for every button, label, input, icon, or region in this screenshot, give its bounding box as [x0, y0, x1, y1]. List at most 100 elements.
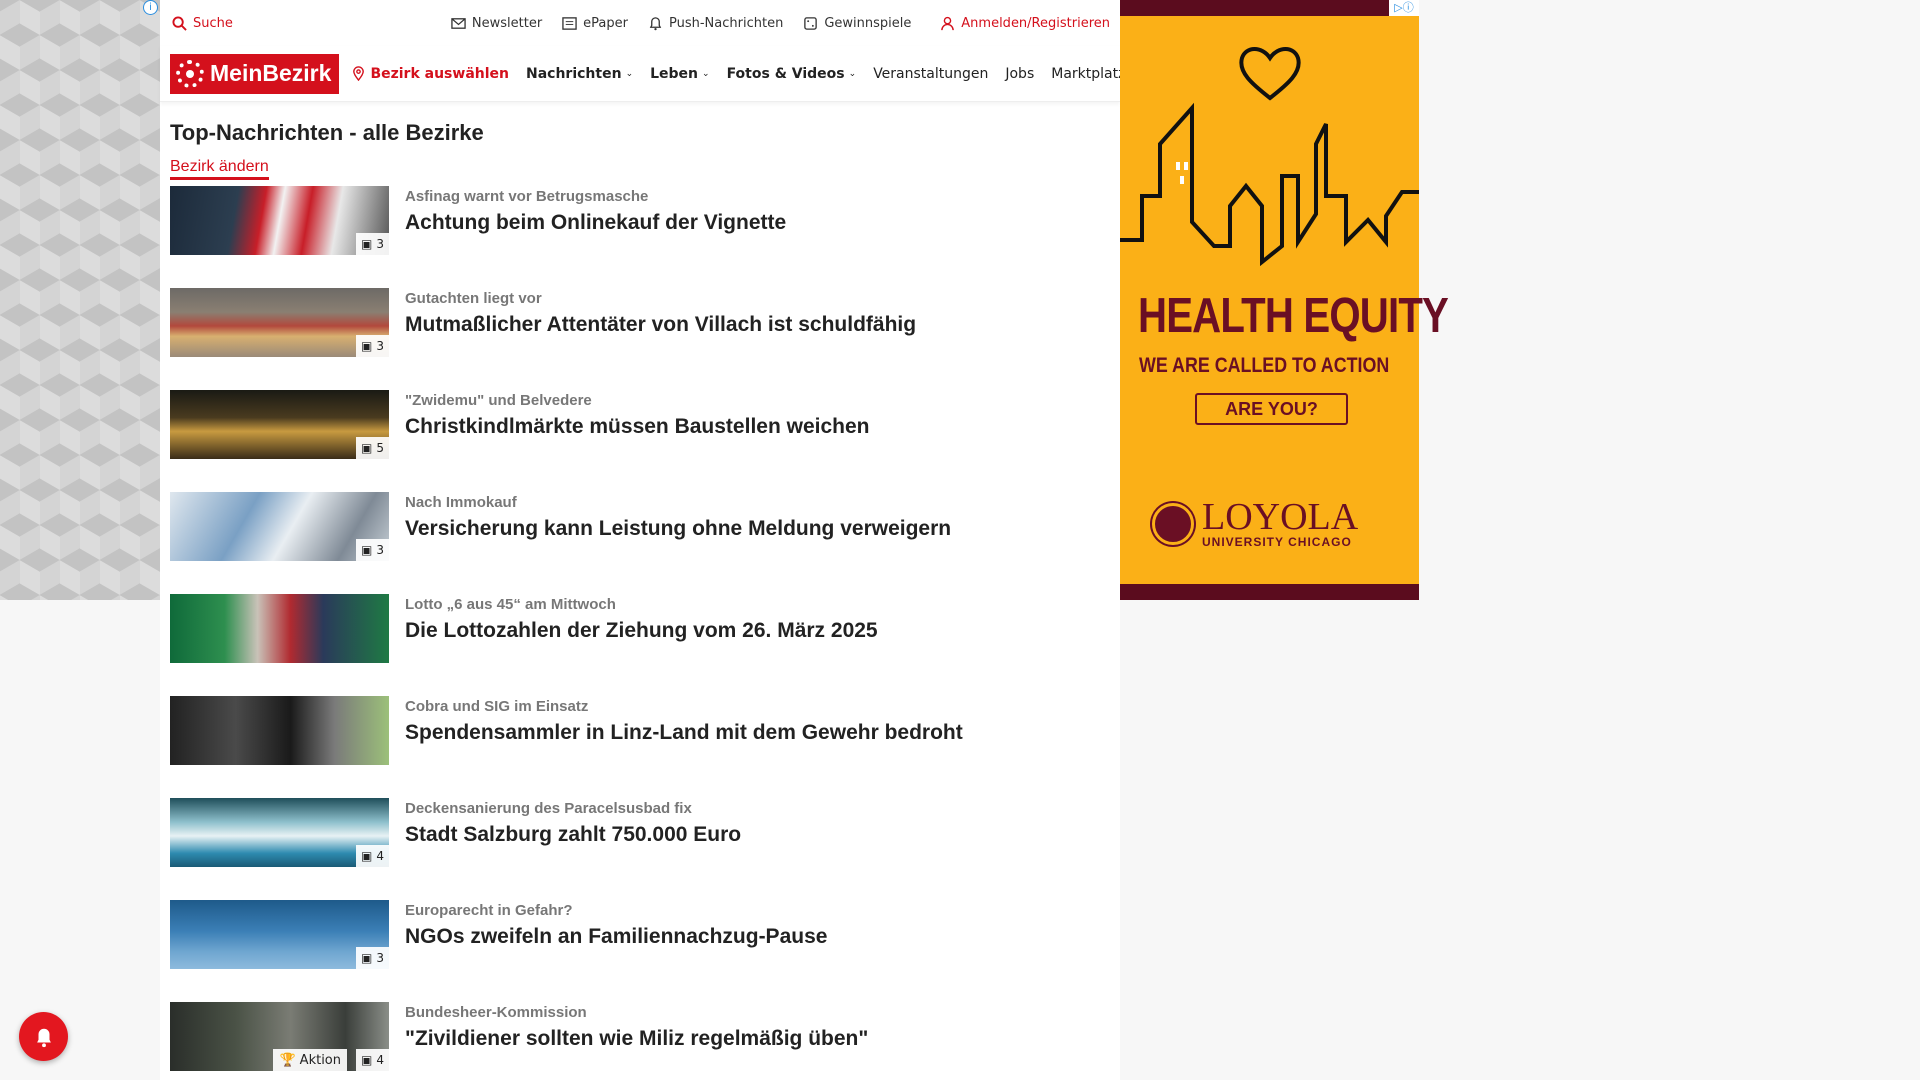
- nav-nachrichten-label: Nachrichten: [526, 65, 622, 82]
- photo-count-badge: ▣ 4: [356, 1049, 389, 1071]
- article-kicker: Nach Immokauf: [405, 494, 517, 511]
- newsletter-label: Newsletter: [471, 15, 543, 31]
- gewinnspiele-label: Gewinnspiele: [824, 15, 912, 31]
- photo-count-badge: ▣ 3: [356, 233, 389, 255]
- article-item[interactable]: Cobra und SIG im Einsatz Spendensammler i…: [170, 696, 1110, 798]
- nav-veranstaltungen[interactable]: Veranstaltungen: [873, 66, 988, 82]
- article-item[interactable]: ▣ 3 Gutachten liegt vor Mutmaßlicher Atten…: [170, 288, 1110, 390]
- envelope-icon: [451, 17, 466, 29]
- photo-count: 3: [376, 339, 384, 353]
- photo-count: 3: [376, 237, 384, 251]
- bezirk-select-button[interactable]: Bezirk auswählen: [351, 66, 509, 82]
- ad-brand-name: LOYOLA: [1202, 496, 1359, 538]
- article-item[interactable]: 🏆 Aktion ▣ 4 Bundesheer-Kommission "Zivildi…: [170, 1002, 1110, 1080]
- gallery-icon: ▣: [361, 339, 373, 353]
- trophy-icon: 🏆: [279, 1052, 296, 1068]
- article-thumbnail[interactable]: ▣ 3: [170, 186, 389, 255]
- nav-nachrichten[interactable]: Nachrichten ⌄: [526, 66, 633, 82]
- advertisement-banner[interactable]: ▷ⓘ HEALTH EQUITY WE ARE CALLED TO ACTION…: [1120, 0, 1449, 600]
- article-kicker: Europarecht in Gefahr?: [405, 902, 573, 919]
- article-item[interactable]: ▣ 3 Asfinag warnt vor Betrugsmasche Achtun…: [170, 186, 1110, 288]
- bell-icon: [649, 16, 662, 30]
- nav-leben[interactable]: Leben ⌄: [650, 66, 709, 82]
- chevron-down-icon: ⌄: [702, 68, 710, 79]
- ad-headline: HEALTH EQUITY: [1138, 289, 1449, 343]
- photo-count: 4: [376, 849, 384, 863]
- article-headline[interactable]: NGOs zweifeln an Familiennachzug-Pause: [405, 925, 827, 949]
- chevron-down-icon: ⌄: [625, 68, 634, 79]
- article-thumbnail[interactable]: [170, 594, 389, 663]
- nav-jobs[interactable]: Jobs: [1005, 66, 1034, 82]
- article-kicker: "Zwidemu" und Belvedere: [405, 392, 592, 409]
- article-headline[interactable]: Christkindlmärkte müssen Baustellen weic…: [405, 415, 869, 439]
- article-item[interactable]: ▣ 4 Deckensanierung des Paracelsusbad fix…: [170, 798, 1110, 900]
- photo-count-badge: ▣ 5: [356, 437, 389, 459]
- article-thumbnail[interactable]: ▣ 3: [170, 288, 389, 357]
- gallery-icon: ▣: [361, 441, 373, 455]
- nav-veranstaltungen-label: Veranstaltungen: [873, 65, 989, 82]
- ad-cta-button[interactable]: ARE YOU?: [1195, 393, 1348, 425]
- push-notifications-link[interactable]: Push-Nachrichten: [648, 16, 783, 31]
- article-thumbnail[interactable]: ▣ 3: [170, 900, 389, 969]
- university-seal-icon: [1152, 503, 1194, 545]
- photo-count-badge: ▣ 3: [356, 539, 389, 561]
- article-headline[interactable]: Mutmaßlicher Attentäter von Villach ist …: [405, 313, 916, 337]
- gallery-icon: ▣: [361, 237, 373, 251]
- epaper-link[interactable]: ePaper: [562, 16, 628, 31]
- push-label: Push-Nachrichten: [669, 15, 784, 31]
- bell-icon: [36, 1028, 51, 1047]
- photo-count-badge: ▣ 3: [356, 335, 389, 357]
- article-kicker: Gutachten liegt vor: [405, 290, 542, 307]
- ad-brand-logo: LOYOLA UNIVERSITY CHICAGO: [1152, 496, 1359, 549]
- nav-jobs-label: Jobs: [1005, 65, 1035, 82]
- login-label: Anmelden/Registrieren: [961, 15, 1110, 31]
- article-item[interactable]: Lotto „6 aus 45“ am Mittwoch Die Lottozah…: [170, 594, 1110, 696]
- search-label: Suche: [193, 15, 233, 31]
- article-headline[interactable]: Die Lottozahlen der Ziehung vom 26. März…: [405, 619, 878, 643]
- article-headline[interactable]: Spendensammler in Linz-Land mit dem Gewe…: [405, 721, 963, 745]
- ad-subline: WE ARE CALLED TO ACTION: [1139, 354, 1390, 377]
- photo-count-badge: ▣ 4: [356, 845, 389, 867]
- top-utility-bar: Suche Newsletter ePaper Push-Nachrichten…: [160, 0, 1120, 46]
- article-thumbnail[interactable]: ▣ 5: [170, 390, 389, 459]
- meinbezirk-logo[interactable]: MeinBezirk: [170, 53, 340, 94]
- bezirk-select-label: Bezirk auswählen: [370, 65, 509, 82]
- article-list: ▣ 3 Asfinag warnt vor Betrugsmasche Achtun…: [170, 186, 1110, 1080]
- login-register-link[interactable]: Anmelden/Registrieren: [940, 16, 1110, 31]
- search-button[interactable]: Suche: [172, 16, 233, 31]
- gallery-icon: ▣: [361, 543, 373, 557]
- nav-fotos-videos[interactable]: Fotos & Videos ⌄: [727, 66, 857, 82]
- ad-choices-icon[interactable]: ▷ⓘ: [1389, 0, 1419, 16]
- gewinnspiele-link[interactable]: Gewinnspiele: [803, 16, 911, 31]
- article-headline[interactable]: Achtung beim Onlinekauf der Vignette: [405, 211, 786, 235]
- newspaper-icon: [562, 16, 577, 30]
- article-headline[interactable]: Versicherung kann Leistung ohne Meldung …: [405, 517, 951, 541]
- article-item[interactable]: ▣ 3 Nach Immokauf Versicherung kann Leistu…: [170, 492, 1110, 594]
- page-title: Top-Nachrichten - alle Bezirke: [170, 120, 484, 145]
- newsletter-link[interactable]: Newsletter: [451, 16, 542, 31]
- article-thumbnail[interactable]: 🏆 Aktion ▣ 4: [170, 1002, 389, 1071]
- background-pattern: [0, 0, 160, 600]
- gallery-icon: ▣: [361, 849, 373, 863]
- chevron-down-icon: ⌄: [848, 68, 857, 79]
- nav-marktplatz[interactable]: Marktplatz: [1051, 66, 1125, 82]
- dice-icon: [804, 16, 818, 30]
- article-thumbnail[interactable]: ▣ 3: [170, 492, 389, 561]
- article-headline[interactable]: Stadt Salzburg zahlt 750.000 Euro: [405, 823, 741, 847]
- article-thumbnail[interactable]: [170, 696, 389, 765]
- push-notification-bell-button[interactable]: [19, 1012, 68, 1061]
- article-item[interactable]: ▣ 3 Europarecht in Gefahr? NGOs zweifeln a…: [170, 900, 1110, 1002]
- article-thumbnail[interactable]: ▣ 4: [170, 798, 389, 867]
- article-item[interactable]: ▣ 5 "Zwidemu" und Belvedere Christkindlmär…: [170, 390, 1110, 492]
- article-kicker: Bundesheer-Kommission: [405, 1004, 587, 1021]
- ad-info-icon[interactable]: i: [143, 0, 158, 15]
- content-area: Top-Nachrichten - alle Bezirke Bezirk än…: [160, 102, 1120, 1080]
- main-navigation: MeinBezirk Bezirk auswählen Nachrichten ⌄…: [160, 46, 1125, 102]
- article-headline[interactable]: "Zivildiener sollten wie Miliz regelmäßi…: [405, 1027, 868, 1051]
- search-icon: [172, 15, 187, 31]
- article-kicker: Deckensanierung des Paracelsusbad fix: [405, 800, 692, 817]
- logo-flower-icon: [176, 59, 204, 88]
- photo-count: 3: [376, 543, 384, 557]
- user-icon: [941, 16, 955, 30]
- change-bezirk-link[interactable]: Bezirk ändern: [170, 158, 269, 180]
